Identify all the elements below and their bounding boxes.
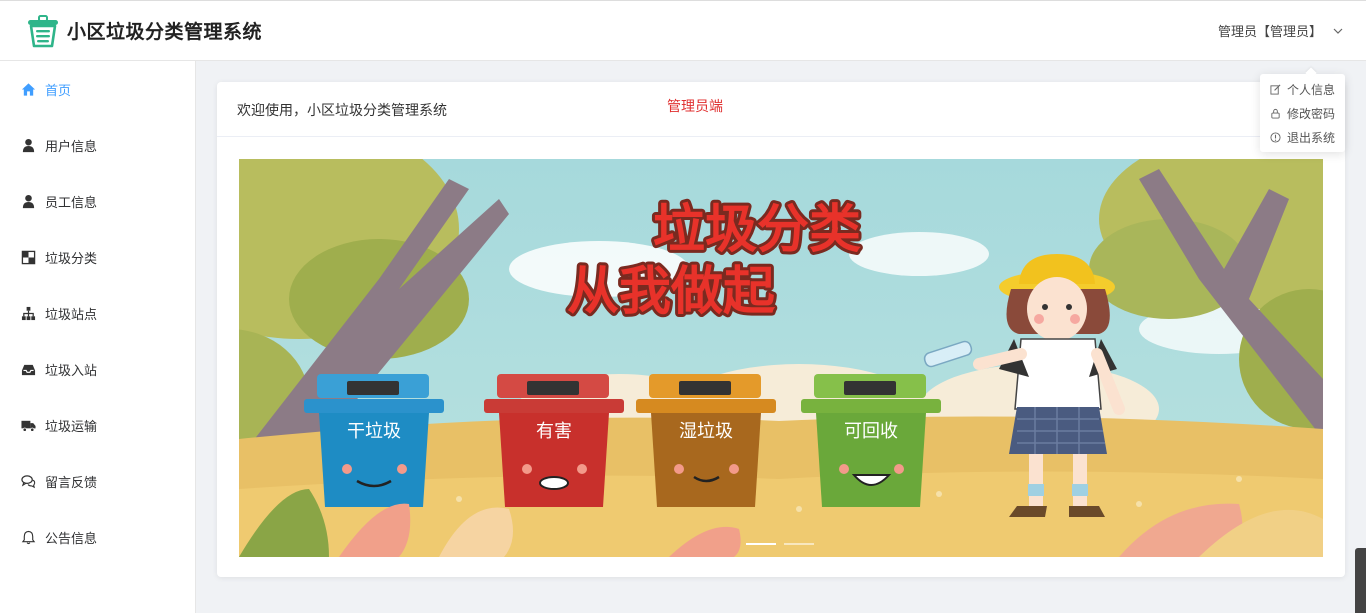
sidebar-item-label: 留言反馈 bbox=[45, 475, 98, 491]
sidebar-item-label: 用户信息 bbox=[45, 139, 98, 155]
bin-hazardous: 有害 bbox=[484, 374, 624, 507]
sitemap-icon bbox=[21, 306, 35, 320]
menu-item-change-password[interactable]: 修改密码 bbox=[1260, 101, 1345, 125]
sidebar-item-label: 首页 bbox=[45, 83, 72, 99]
bin-label-dry: 干垃圾 bbox=[347, 421, 401, 442]
sidebar-item-label: 公告信息 bbox=[45, 531, 98, 547]
user-dropdown-menu: 个人信息 修改密码 退出系统 bbox=[1260, 74, 1345, 152]
home-icon bbox=[21, 82, 35, 96]
sidebar-item-label: 垃圾运输 bbox=[45, 419, 98, 435]
banner-line2: 从我做起 bbox=[567, 262, 776, 322]
info-circle-icon bbox=[1270, 131, 1281, 143]
bin-dry: 干垃圾 bbox=[304, 374, 444, 507]
sidebar-item-label: 垃圾分类 bbox=[45, 251, 98, 267]
bin-wet: 湿垃圾 bbox=[636, 374, 776, 507]
sidebar-item-label: 员工信息 bbox=[45, 195, 98, 211]
logo: 小区垃圾分类管理系统 bbox=[26, 14, 262, 48]
trash-bin-logo-icon bbox=[28, 14, 58, 47]
carousel-dot-1[interactable] bbox=[746, 543, 776, 545]
user-icon bbox=[22, 138, 34, 152]
menu-item-label: 个人信息 bbox=[1287, 82, 1336, 97]
sidebar-item-users[interactable]: 用户信息 bbox=[0, 117, 195, 173]
menu-item-logout[interactable]: 退出系统 bbox=[1260, 125, 1345, 149]
app-title: 小区垃圾分类管理系统 bbox=[67, 21, 263, 43]
banner-carousel[interactable]: 垃圾分类 垃圾分类 从我做起 从我做起 干垃圾 有害 湿垃圾 可回收 bbox=[239, 159, 1323, 557]
comments-icon bbox=[20, 474, 35, 488]
welcome-text: 欢迎使用，小区垃圾分类管理系统 bbox=[237, 103, 447, 119]
sidebar-item-staff[interactable]: 员工信息 bbox=[0, 173, 195, 229]
sidebar-nav: 首页 用户信息 员工信息 垃圾分类 垃圾站点 垃圾入站 垃圾运输 留言反馈 公告… bbox=[0, 61, 196, 613]
bin-label-recyclable: 可回收 bbox=[844, 421, 898, 442]
card-header: 欢迎使用，小区垃圾分类管理系统 管理员端 bbox=[217, 82, 1345, 137]
menu-item-label: 退出系统 bbox=[1287, 130, 1336, 145]
banner-illustration: 垃圾分类 垃圾分类 从我做起 从我做起 干垃圾 有害 湿垃圾 可回收 bbox=[239, 159, 1323, 557]
bin-label-hazardous: 有害 bbox=[536, 421, 572, 442]
sidebar-item-notices[interactable]: 公告信息 bbox=[0, 509, 195, 565]
truck-icon bbox=[20, 420, 36, 432]
sidebar-item-stations[interactable]: 垃圾站点 bbox=[0, 285, 195, 341]
sidebar-item-transport[interactable]: 垃圾运输 bbox=[0, 397, 195, 453]
bin-recyclable: 可回收 bbox=[801, 374, 941, 507]
lock-icon bbox=[1271, 108, 1280, 119]
carousel-indicators bbox=[746, 543, 814, 545]
sidebar-item-intake[interactable]: 垃圾入站 bbox=[0, 341, 195, 397]
sidebar-item-label: 垃圾站点 bbox=[45, 307, 98, 323]
chess-board-icon bbox=[21, 250, 35, 264]
top-header: 小区垃圾分类管理系统 管理员【管理员】 bbox=[0, 0, 1366, 61]
chevron-down-icon bbox=[1333, 28, 1343, 34]
carousel-dot-2[interactable] bbox=[784, 543, 814, 545]
scrollbar-thumb[interactable] bbox=[1355, 548, 1366, 613]
user-name: 管理员【管理员】 bbox=[1217, 25, 1322, 40]
menu-item-profile[interactable]: 个人信息 bbox=[1260, 77, 1345, 101]
sidebar-item-home[interactable]: 首页 bbox=[0, 61, 195, 117]
main-card: 欢迎使用，小区垃圾分类管理系统 管理员端 垃圾分类 垃圾分类 从我做起 从我做起… bbox=[217, 82, 1345, 577]
role-tag: 管理员端 bbox=[667, 99, 723, 115]
bell-icon bbox=[21, 530, 35, 544]
inbox-icon bbox=[21, 364, 35, 375]
user-icon bbox=[22, 194, 34, 208]
sidebar-item-feedback[interactable]: 留言反馈 bbox=[0, 453, 195, 509]
menu-item-label: 修改密码 bbox=[1287, 106, 1336, 121]
sidebar-item-categories[interactable]: 垃圾分类 bbox=[0, 229, 195, 285]
edit-icon bbox=[1270, 84, 1281, 95]
user-menu-trigger[interactable]: 管理员【管理员】 bbox=[1218, 21, 1344, 40]
sidebar-item-label: 垃圾入站 bbox=[45, 363, 98, 379]
bin-label-wet: 湿垃圾 bbox=[679, 421, 733, 442]
banner-line1: 垃圾分类 bbox=[653, 200, 861, 260]
